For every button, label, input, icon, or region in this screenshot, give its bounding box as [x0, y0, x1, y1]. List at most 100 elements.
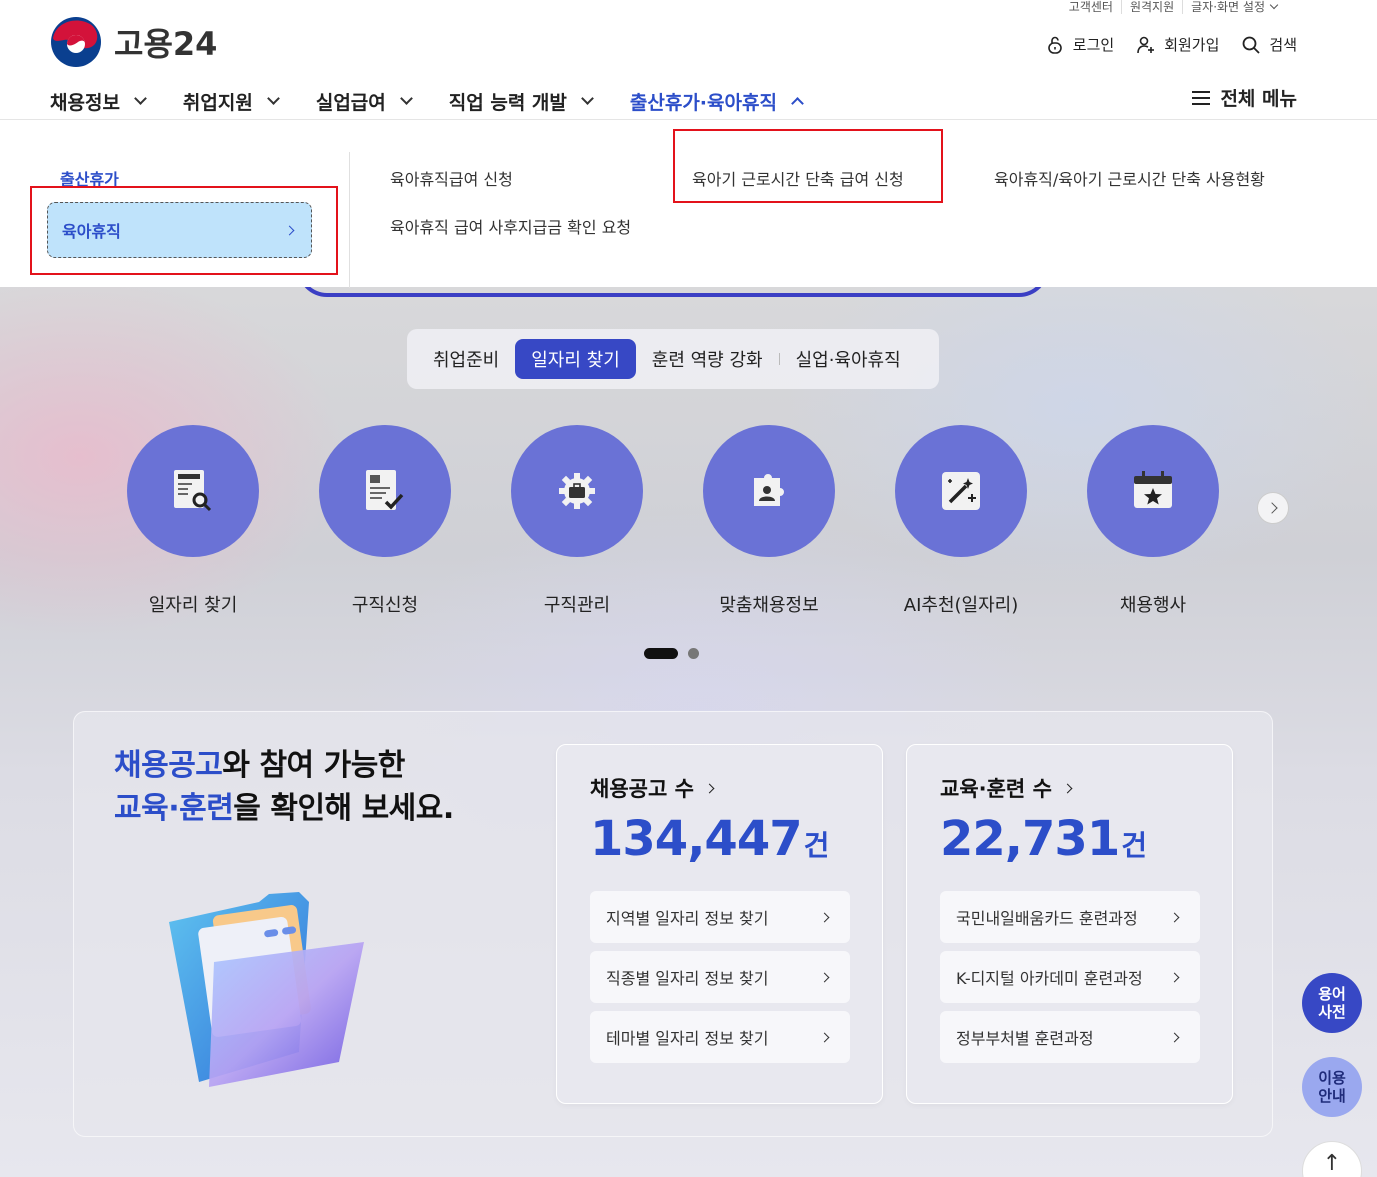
- headline-highlight: 교육·훈련: [114, 791, 234, 826]
- headline-text: 와 참여 가능한: [222, 748, 405, 783]
- search-label: 검색: [1269, 36, 1297, 54]
- learning-card-course-button[interactable]: 국민내일배움카드 훈련과정: [940, 891, 1200, 943]
- service-ai-recommend[interactable]: AI추천(일자리): [895, 425, 1027, 617]
- main-content: 취업준비 일자리 찾기 훈련 역량 강화 실업·육아휴직 일자리 찾기 구직신청…: [0, 265, 1377, 1177]
- ministry-course-button[interactable]: 정부부처별 훈련과정: [940, 1011, 1200, 1063]
- training-card: 교육·훈련 수 22,731건 국민내일배움카드 훈련과정 K-디지털 아카데미…: [906, 744, 1233, 1104]
- search-icon: [1242, 36, 1261, 54]
- chevron-down-icon: [134, 91, 147, 105]
- headline: 채용공고와 참여 가능한 교육·훈련을 확인해 보세요.: [114, 744, 454, 830]
- chevron-right-icon: [1169, 1032, 1180, 1042]
- nav-label: 직업 능력 개발: [448, 91, 567, 114]
- nav-employment-support[interactable]: 취업지원: [182, 82, 280, 120]
- document-check-icon: [366, 470, 404, 510]
- k-digital-academy-button[interactable]: K-디지털 아카데미 훈련과정: [940, 951, 1200, 1003]
- pagination-dot[interactable]: [688, 648, 699, 659]
- nav-maternity-parental-leave[interactable]: 출산휴가·육아휴직: [629, 82, 804, 122]
- site-logo[interactable]: 고용24: [50, 16, 217, 68]
- utility-bar: 고객센터 원격지원 글자·화면 설정: [1061, 0, 1285, 14]
- service-label: 일자리 찾기: [148, 595, 238, 616]
- signup-button[interactable]: 회원가입: [1136, 34, 1219, 55]
- account-menu: 로그인 회원가입 검색: [1045, 34, 1297, 55]
- magic-wand-icon: [942, 472, 980, 510]
- link-deferred-payment-check[interactable]: 육아휴직 급여 사후지급금 확인 요청: [390, 214, 631, 238]
- tab-unemployment-leave[interactable]: 실업·육아휴직: [780, 339, 917, 379]
- taegeuk-logo-icon: [51, 17, 101, 67]
- nav-label: 취업지원: [182, 91, 253, 114]
- service-job-management[interactable]: 구직관리: [511, 425, 643, 617]
- nav-jobs[interactable]: 채용정보: [50, 82, 147, 120]
- all-menu-label: 전체 메뉴: [1220, 88, 1297, 110]
- puzzle-person-icon: [754, 474, 784, 506]
- regional-jobs-button[interactable]: 지역별 일자리 정보 찾기: [590, 891, 850, 943]
- service-label: 채용행사: [1119, 595, 1187, 616]
- carousel-pagination: [644, 648, 699, 659]
- lock-icon: [1047, 36, 1062, 54]
- tab-training[interactable]: 훈련 역량 강화: [636, 339, 779, 379]
- signup-label: 회원가입: [1164, 36, 1220, 54]
- stats-panel: 채용공고와 참여 가능한 교육·훈련을 확인해 보세요. 채용공고 수 134,…: [73, 711, 1273, 1137]
- chevron-right-icon: [819, 972, 830, 982]
- link-usage-status[interactable]: 육아휴직/육아기 근로시간 단축 사용현황: [994, 166, 1265, 190]
- job-postings-title[interactable]: 채용공고 수: [590, 773, 715, 803]
- tab-job-search[interactable]: 일자리 찾기: [515, 339, 636, 379]
- carousel-next-button[interactable]: [1257, 492, 1289, 524]
- link-parental-leave-benefit-apply[interactable]: 육아휴직급여 신청: [390, 166, 513, 190]
- folder-illustration: [169, 892, 364, 1087]
- highlight-box: [30, 186, 338, 275]
- service-job-application[interactable]: 구직신청: [319, 425, 451, 617]
- theme-jobs-button[interactable]: 테마별 일자리 정보 찾기: [590, 1011, 850, 1063]
- service-label: 구직관리: [543, 595, 611, 616]
- user-plus-icon: [1137, 36, 1155, 53]
- hamburger-icon: [1192, 90, 1211, 105]
- headline-text: 을 확인해 보세요.: [233, 791, 454, 826]
- chevron-right-icon: [1169, 972, 1180, 982]
- service-label: 맞춤채용정보: [719, 595, 819, 616]
- highlight-box: [673, 129, 943, 203]
- usage-guide-button[interactable]: 이용 안내: [1302, 1057, 1362, 1117]
- display-settings-link[interactable]: 글자·화면 설정: [1182, 0, 1285, 14]
- pagination-dot-active[interactable]: [644, 648, 678, 659]
- training-count: 22,731건: [940, 811, 1147, 867]
- remote-support-link[interactable]: 원격지원: [1120, 0, 1182, 14]
- service-custom-jobs[interactable]: 맞춤채용정보: [703, 425, 835, 617]
- service-label: 구직신청: [351, 595, 419, 616]
- chevron-up-icon: [791, 96, 804, 110]
- chevron-right-icon: [1265, 502, 1278, 514]
- logo-text: 고용24: [114, 25, 218, 63]
- login-button[interactable]: 로그인: [1045, 34, 1114, 55]
- training-title[interactable]: 교육·훈련 수: [940, 773, 1073, 803]
- chevron-down-icon: [399, 91, 413, 105]
- chevron-right-icon: [819, 912, 830, 922]
- chevron-right-icon: [819, 1032, 830, 1042]
- nav-label: 출산휴가·육아휴직: [629, 91, 777, 114]
- chevron-right-icon: [1062, 783, 1073, 793]
- occupation-jobs-button[interactable]: 직종별 일자리 정보 찾기: [590, 951, 850, 1003]
- service-job-search[interactable]: 일자리 찾기: [127, 425, 259, 617]
- service-label: AI추천(일자리): [903, 595, 1019, 616]
- nav-unemployment-benefit[interactable]: 실업급여: [315, 82, 413, 120]
- gear-briefcase-icon: [559, 473, 595, 509]
- all-menu-button[interactable]: 전체 메뉴: [1192, 84, 1297, 111]
- arrow-up-icon: ↑: [1322, 1151, 1342, 1176]
- job-postings-card: 채용공고 수 134,447건 지역별 일자리 정보 찾기 직종별 일자리 정보…: [556, 744, 883, 1104]
- glossary-button[interactable]: 용어 사전: [1302, 973, 1362, 1033]
- tab-job-prep[interactable]: 취업준비: [417, 339, 515, 379]
- customer-center-link[interactable]: 고객센터: [1061, 0, 1121, 14]
- login-label: 로그인: [1072, 36, 1115, 54]
- chevron-down-icon: [266, 91, 280, 105]
- service-carousel: 일자리 찾기 구직신청 구직관리 맞춤채용정보 AI추천(일자리) 채용행사: [127, 425, 1219, 617]
- search-button[interactable]: 검색: [1241, 34, 1297, 55]
- nav-label: 채용정보: [50, 91, 120, 114]
- nav-label: 실업급여: [315, 91, 386, 114]
- chevron-down-icon: [581, 91, 594, 105]
- service-job-events[interactable]: 채용행사: [1087, 425, 1219, 617]
- main-nav: 채용정보 취업지원 실업급여 직업 능력 개발 출산휴가·육아휴직: [50, 82, 840, 122]
- category-tabs: 취업준비 일자리 찾기 훈련 역량 강화 실업·육아휴직: [407, 329, 939, 389]
- document-search-icon: [174, 470, 212, 512]
- nav-skill-development[interactable]: 직업 능력 개발: [448, 82, 594, 120]
- divider: [349, 152, 350, 288]
- headline-highlight: 채용공고: [114, 748, 223, 783]
- job-postings-count: 134,447건: [590, 811, 829, 867]
- chevron-right-icon: [1169, 912, 1180, 922]
